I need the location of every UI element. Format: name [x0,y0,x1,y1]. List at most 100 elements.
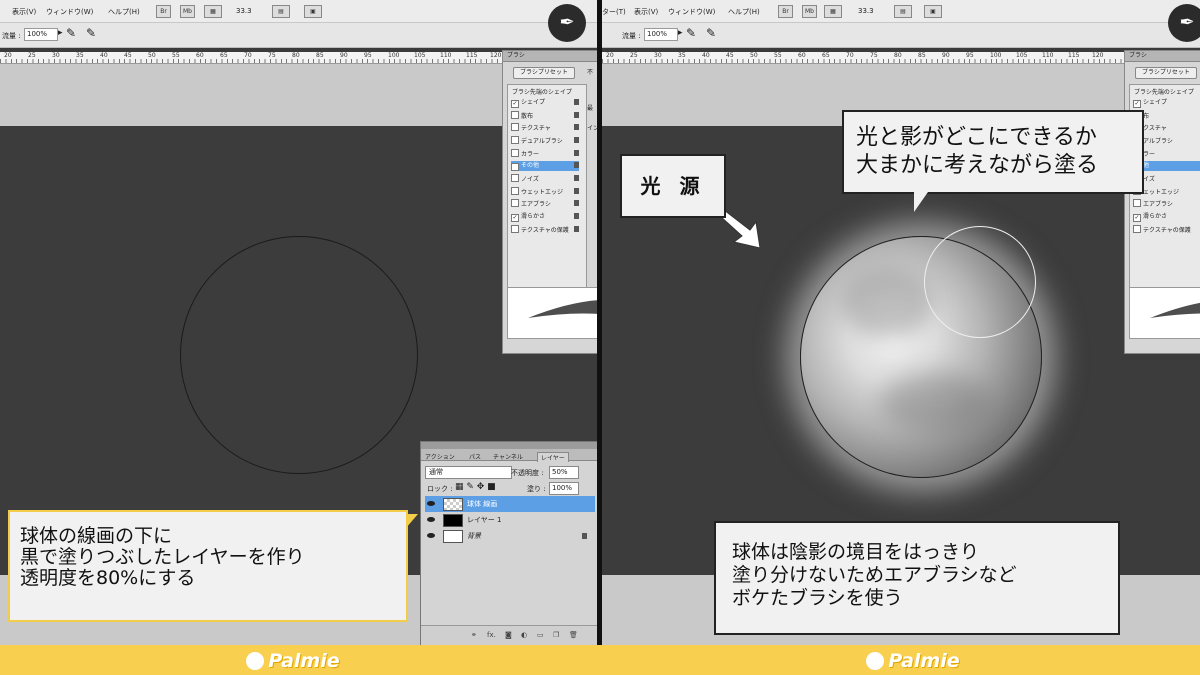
brush-option-noise[interactable]: ノイズ [511,174,579,184]
view-extras-icon[interactable]: ▦ [204,5,222,18]
brush-option-wet-edges[interactable]: ウェットエッジ [511,187,579,197]
adjustment-icon[interactable]: ◐ [521,631,527,639]
eye-icon[interactable] [427,517,435,522]
arrange-icon[interactable]: ▤ [272,5,290,18]
new-layer-icon[interactable]: ❐ [553,631,559,639]
minibridge-button[interactable]: Mb [180,5,195,18]
tab-channels[interactable]: チャンネル [493,452,523,461]
zoom-level[interactable]: 33.3 [858,7,874,15]
eye-icon[interactable] [427,501,435,506]
tab-layers[interactable]: レイヤー [537,452,569,462]
palmie-logo: Palmie [848,647,978,675]
menu-item-filter[interactable]: ター(T) [602,7,626,17]
brush-option-smoothing[interactable]: ✓ 滑らかさ [1133,212,1200,222]
mask-icon[interactable]: ◙ [505,631,512,639]
brush-option-shape[interactable]: ✓ シェイプ [511,98,579,108]
pressure-icon[interactable]: ✎ [706,26,716,40]
fill-input[interactable]: 100% [549,482,579,495]
ruler-tick: 110 [1042,52,1054,59]
menu-item-window[interactable]: ウィンドウ(W) [46,7,93,17]
brush-option-smoothing[interactable]: ✓ 滑らかさ [511,212,579,222]
menu-item-help[interactable]: ヘルプ(H) [728,7,760,17]
checkbox-checked-icon[interactable]: ✓ [511,214,519,222]
pressure-icon[interactable]: ✎ [86,26,96,40]
instruction-callout-left: 球体の線画の下に 黒で塗りつぶしたレイヤーを作り 透明度を80%にする [8,510,418,622]
checkbox-icon[interactable] [511,136,519,144]
brush-option-protect-texture[interactable]: テクスチャの保護 [511,225,579,235]
tab-paths[interactable]: パス [469,452,481,461]
airbrush-icon[interactable]: ✎ [66,26,76,40]
screen-mode-icon[interactable]: ▣ [304,5,322,18]
menu-item-view[interactable]: 表示(V) [12,7,36,17]
flow-label: 流量 : [2,32,21,40]
eye-icon[interactable] [427,533,435,538]
lock-icon [574,200,579,206]
layer-row[interactable]: レイヤー 1 [425,512,595,528]
opacity-input[interactable]: 50% [549,466,579,479]
flow-input[interactable]: 100% [644,28,678,41]
screen-mode-icon[interactable]: ▣ [924,5,942,18]
brush-tip-shape-header[interactable]: ブラシ先端のシェイプ [1134,87,1194,96]
brush-option-dual-brush[interactable]: デュアルブラシ [511,136,579,146]
fx-button[interactable]: fx. [487,631,496,639]
minibridge-button[interactable]: Mb [802,5,817,18]
brush-option-label: ェットエッジ [1143,189,1180,196]
fill-label: 塗り : [527,485,546,493]
trash-icon[interactable]: 🗑 [569,631,578,639]
brush-option-scatter[interactable]: 散布 [511,111,579,121]
checkbox-icon[interactable] [1133,199,1141,207]
panel-titlebar[interactable] [421,442,598,449]
checkbox-icon[interactable] [511,149,519,157]
brush-option-texture[interactable]: テクスチャ [511,123,579,133]
flow-dropdown-icon[interactable]: ▸ [58,28,63,38]
horizontal-ruler: 20 25 30 35 40 45 50 55 60 65 70 75 80 8… [602,52,1200,64]
bridge-button[interactable]: Br [156,5,171,18]
menu-item-view[interactable]: 表示(V) [634,7,658,17]
brush-preset-button[interactable]: ブラシプリセット [1135,67,1197,79]
checkbox-checked-icon[interactable]: ✓ [511,100,519,108]
checkbox-icon[interactable] [511,199,519,207]
layer-name: 球体 線画 [467,500,498,508]
brush-option-label: テクスチャ [521,125,551,132]
brush-option-label: シェイプ [521,99,546,106]
brush-preset-button[interactable]: ブラシプリセット [513,67,575,79]
menu-item-window[interactable]: ウィンドウ(W) [668,7,715,17]
lock-options-icon[interactable]: ▦ ✎ ✥ ■ [455,482,496,492]
brush-tip-shape-header[interactable]: ブラシ先端のシェイプ [512,87,572,96]
flow-dropdown-icon[interactable]: ▸ [678,28,683,38]
checkbox-icon[interactable] [511,174,519,182]
menu-bar: 表示(V) ウィンドウ(W) ヘルプ(H) Br Mb ▦ 33.3 ▤ ▣ [0,0,598,23]
brush-option-airbrush[interactable]: エアブラシ [511,199,579,209]
layer-row[interactable]: 球体 線画 [425,496,595,512]
bridge-button[interactable]: Br [778,5,793,18]
callout-line: 光と影がどこにできるか [856,125,1097,150]
brush-panel-tab[interactable]: ブラシ [1125,51,1200,62]
layer-row[interactable]: 背景 [425,528,595,544]
checkbox-checked-icon[interactable]: ✓ [1133,100,1141,108]
checkbox-icon[interactable] [511,187,519,195]
menu-item-help[interactable]: ヘルプ(H) [108,7,140,17]
link-icon[interactable]: ⚭ [471,631,477,639]
lock-icon [574,213,579,219]
brush-option-shape[interactable]: ✓ シェイプ [1133,98,1200,108]
brush-option-other[interactable]: ✓ その他 [511,161,579,171]
brush-option-color[interactable]: カラー [511,149,579,159]
checkbox-icon[interactable] [1133,225,1141,233]
flow-input[interactable]: 100% [24,28,58,41]
tab-actions[interactable]: アクション [425,452,455,461]
blend-mode-select[interactable]: 通常 [425,466,512,479]
brush-panel-tab[interactable]: ブラシ [503,51,598,62]
view-extras-icon[interactable]: ▦ [824,5,842,18]
checkbox-checked-icon[interactable]: ✓ [511,163,519,171]
brush-option-airbrush[interactable]: エアブラシ [1133,199,1200,209]
brush-option-protect-texture[interactable]: テクスチャの保護 [1133,225,1200,235]
airbrush-icon[interactable]: ✎ [686,26,696,40]
checkbox-icon[interactable] [511,111,519,119]
arrange-icon[interactable]: ▤ [894,5,912,18]
zoom-level[interactable]: 33.3 [236,7,252,15]
checkbox-checked-icon[interactable]: ✓ [1133,214,1141,222]
brush-option-label: デュアルブラシ [521,138,563,145]
checkbox-icon[interactable] [511,123,519,131]
folder-icon[interactable]: ▭ [537,631,544,639]
checkbox-icon[interactable] [511,225,519,233]
